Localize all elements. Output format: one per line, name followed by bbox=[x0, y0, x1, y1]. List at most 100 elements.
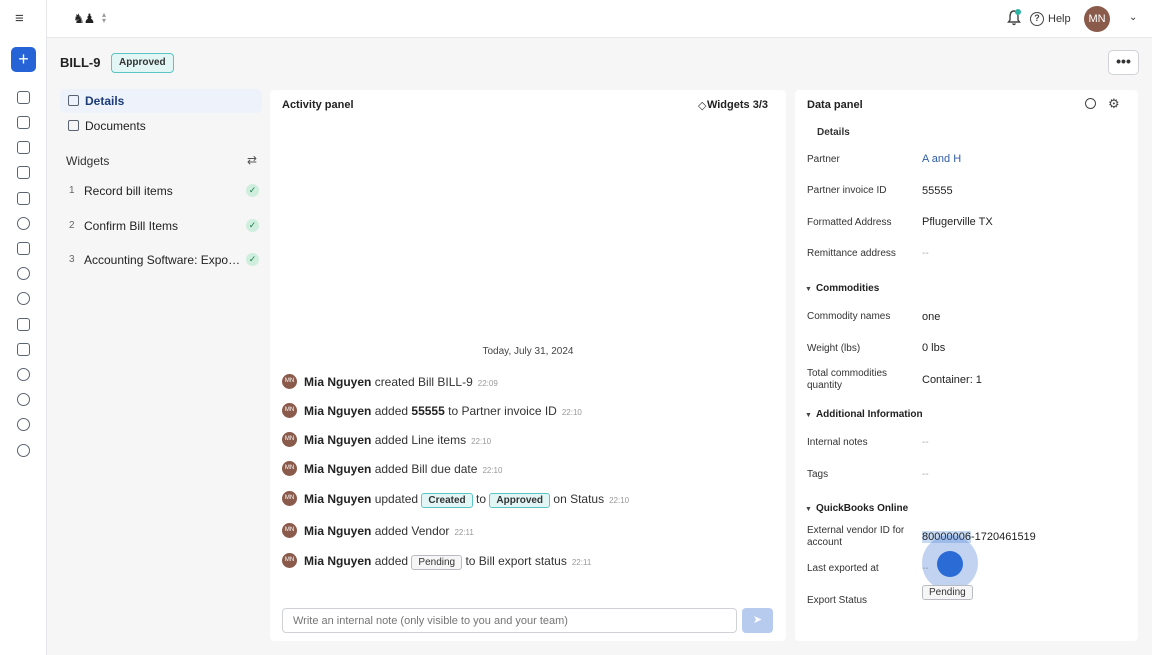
page-title: BILL-9 bbox=[60, 55, 101, 70]
widget-label: Record bill items bbox=[84, 184, 173, 198]
widget-number: 3 bbox=[69, 254, 75, 265]
section-heading-commodities[interactable]: ▼ Commodities bbox=[805, 283, 879, 294]
contacts-icon[interactable] bbox=[17, 292, 30, 305]
field-label: Weight (lbs) bbox=[807, 343, 861, 354]
field-value[interactable]: 0 lbs bbox=[922, 342, 945, 354]
field-label: External vendor ID for account bbox=[807, 525, 905, 548]
activity-entry: MN Mia Nguyen added Bill due date 22:10 bbox=[282, 458, 772, 480]
activity-entry: MN Mia Nguyen added Line items 22:10 bbox=[282, 429, 772, 451]
widget-number: 2 bbox=[69, 220, 75, 231]
avatar: MN bbox=[282, 553, 297, 568]
checklist-icon[interactable] bbox=[17, 166, 30, 179]
search-icon[interactable] bbox=[1085, 98, 1096, 109]
activity-entry: MN Mia Nguyen created Bill BILL-9 22:09 bbox=[282, 371, 772, 393]
date-divider: Today, July 31, 2024 bbox=[482, 346, 574, 357]
field-value[interactable]: Container: 1 bbox=[922, 374, 982, 386]
nav-documents[interactable]: Documents bbox=[60, 114, 262, 138]
document-icon[interactable] bbox=[17, 141, 30, 154]
avatar: MN bbox=[282, 374, 297, 389]
widget-number: 1 bbox=[69, 185, 75, 196]
field-label: Export Status bbox=[807, 595, 868, 606]
caret-down-icon: ▼ bbox=[805, 506, 812, 513]
person-icon[interactable] bbox=[17, 393, 30, 406]
cursor-icon bbox=[937, 551, 963, 577]
field-value[interactable]: -- bbox=[922, 437, 929, 448]
widget-item[interactable]: 1 Record bill items ✓ bbox=[60, 179, 262, 203]
moneybag-icon[interactable] bbox=[17, 217, 30, 230]
globe-icon[interactable] bbox=[17, 444, 30, 457]
status-tag: Created bbox=[421, 493, 473, 508]
avatar: MN bbox=[282, 491, 297, 506]
analytics-icon[interactable] bbox=[17, 318, 30, 331]
create-button[interactable]: + bbox=[11, 47, 36, 72]
chevron-updown-icon[interactable]: ▴ ▾ bbox=[102, 11, 106, 25]
document-icon bbox=[68, 120, 79, 131]
activity-text: Mia Nguyen created Bill BILL-9 22:09 bbox=[304, 375, 498, 389]
money-icon[interactable] bbox=[17, 192, 30, 205]
widget-item[interactable]: 3 Accounting Software: Export bill ✓ bbox=[60, 248, 262, 272]
field-label: Commodity names bbox=[807, 311, 891, 322]
activity-text: Mia Nguyen added Bill due date 22:10 bbox=[304, 462, 503, 476]
widget-label: Confirm Bill Items bbox=[84, 219, 179, 233]
activity-text: Mia Nguyen added Vendor 22:11 bbox=[304, 524, 474, 538]
swap-icon[interactable]: ⇄ bbox=[247, 153, 257, 167]
help-link[interactable]: Help bbox=[1048, 13, 1071, 25]
avatar: MN bbox=[282, 403, 297, 418]
activity-text: Mia Nguyen added 55555 to Partner invoic… bbox=[304, 404, 582, 418]
section-heading-additional-info[interactable]: ▼ Additional Information bbox=[805, 409, 923, 420]
warehouse-icon[interactable] bbox=[17, 368, 30, 381]
gear-icon[interactable]: ⚙ bbox=[1108, 96, 1120, 112]
more-options-button[interactable]: ••• bbox=[1108, 50, 1139, 75]
activity-entry: MN Mia Nguyen added 55555 to Partner inv… bbox=[282, 400, 772, 422]
activity-text: Mia Nguyen added Line items 22:10 bbox=[304, 433, 492, 447]
send-button[interactable]: ➤ bbox=[742, 608, 773, 633]
activity-text: Mia Nguyen updated Created to Approved o… bbox=[304, 492, 630, 508]
check-icon: ✓ bbox=[246, 219, 259, 232]
clipboard-icon[interactable] bbox=[17, 91, 30, 104]
activity-entry: MN Mia Nguyen added Vendor 22:11 bbox=[282, 520, 772, 542]
left-rail: ≡ + bbox=[0, 0, 47, 655]
company-logo-icon[interactable]: ♞♟ bbox=[73, 11, 95, 27]
widgets-count-button[interactable]: Widgets 3/3 bbox=[707, 99, 768, 111]
internal-note-input[interactable] bbox=[282, 608, 737, 633]
widgets-heading: Widgets bbox=[66, 154, 110, 168]
caret-down-icon: ▼ bbox=[805, 286, 812, 293]
check-icon: ✓ bbox=[246, 253, 259, 266]
data-panel-title: Data panel bbox=[807, 99, 863, 111]
help-icon[interactable]: ? bbox=[1030, 12, 1044, 26]
field-label: Formatted Address bbox=[807, 217, 892, 228]
section-heading-details: Details bbox=[817, 127, 850, 138]
field-label: Tags bbox=[807, 469, 829, 480]
settings-icon[interactable] bbox=[17, 418, 30, 431]
section-heading-quickbooks[interactable]: ▼ QuickBooks Online bbox=[805, 503, 908, 514]
partner-link[interactable]: A and H bbox=[922, 153, 961, 165]
user-avatar[interactable]: MN bbox=[1084, 6, 1110, 32]
widget-item[interactable]: 2 Confirm Bill Items ✓ bbox=[60, 214, 262, 238]
field-value[interactable]: 55555 bbox=[922, 185, 953, 197]
field-value[interactable]: -- bbox=[922, 248, 929, 259]
field-value[interactable]: one bbox=[922, 311, 940, 323]
activity-entry: MN Mia Nguyen updated Created to Approve… bbox=[282, 488, 772, 510]
menu-icon[interactable]: ≡ bbox=[15, 11, 31, 26]
field-value[interactable]: -- bbox=[922, 469, 929, 480]
avatar: MN bbox=[282, 432, 297, 447]
team-icon[interactable] bbox=[17, 343, 30, 356]
pin-icon[interactable]: ◇ bbox=[698, 99, 706, 112]
grid-icon bbox=[68, 95, 79, 106]
activity-panel-title: Activity panel bbox=[282, 99, 354, 111]
nav-label: Documents bbox=[85, 119, 146, 133]
chevron-down-icon[interactable]: ⌄ bbox=[1129, 12, 1137, 23]
invoice-icon[interactable] bbox=[17, 116, 30, 129]
field-value[interactable]: Pflugerville TX bbox=[922, 216, 993, 228]
activity-panel: Activity panel ◇ Widgets 3/3 Today, July… bbox=[270, 90, 786, 641]
nav-details[interactable]: Details bbox=[60, 89, 262, 113]
status-tag: Approved bbox=[489, 493, 551, 508]
truck-icon[interactable] bbox=[17, 242, 30, 255]
nav-label: Details bbox=[85, 94, 125, 108]
activity-entry: MN Mia Nguyen added Pending to Bill expo… bbox=[282, 550, 772, 572]
users-icon[interactable] bbox=[17, 267, 30, 280]
check-icon: ✓ bbox=[246, 184, 259, 197]
top-bar: ♞♟ ▴ ▾ ? Help MN ⌄ bbox=[47, 0, 1152, 38]
field-label: Last exported at bbox=[807, 563, 879, 574]
field-label: Total commodities quantity bbox=[807, 368, 888, 391]
